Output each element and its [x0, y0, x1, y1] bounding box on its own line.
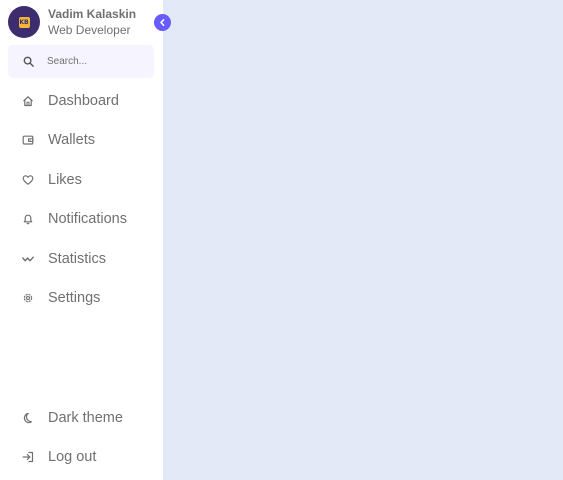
avatar-logo: KB: [18, 16, 30, 28]
moon-icon: [22, 412, 34, 424]
bell-icon: [22, 213, 34, 225]
sidebar-item-dashboard[interactable]: Dashboard: [8, 85, 154, 117]
heart-icon: [22, 174, 34, 186]
logout-label: Log out: [48, 449, 97, 465]
sidebar-item-settings[interactable]: Settings: [8, 282, 154, 314]
profile-name: Vadim Kalaskin: [48, 7, 137, 21]
search-icon: [22, 56, 34, 68]
sidebar-item-wallets[interactable]: Wallets: [8, 124, 154, 156]
app-window: KB Vadim Kalaskin Web Developer Dashboar…: [0, 0, 563, 480]
sidebar-toggle-button[interactable]: [154, 14, 171, 31]
search-box[interactable]: [8, 45, 154, 78]
sidebar: KB Vadim Kalaskin Web Developer Dashboar…: [0, 0, 163, 480]
sidebar-item-label: Settings: [48, 290, 101, 306]
sidebar-item-statistics[interactable]: Statistics: [8, 243, 154, 275]
profile-text: Vadim Kalaskin Web Developer: [48, 6, 136, 38]
trend-icon: [22, 253, 34, 265]
sidebar-item-likes[interactable]: Likes: [8, 164, 154, 196]
logout-icon: [22, 451, 34, 463]
sidebar-item-label: Dashboard: [48, 93, 119, 109]
profile-role: Web Developer: [48, 23, 131, 37]
gear-icon: [22, 292, 34, 304]
home-icon: [22, 95, 34, 107]
sidebar-item-label: Likes: [48, 172, 82, 188]
main-content: [163, 0, 563, 480]
chevron-left-icon: [158, 18, 167, 27]
sidebar-item-label: Wallets: [48, 132, 95, 148]
dark-theme-toggle[interactable]: Dark theme: [8, 402, 154, 434]
sidebar-item-label: Notifications: [48, 211, 127, 227]
sidebar-item-label: Statistics: [48, 251, 107, 267]
search-input[interactable]: [47, 56, 147, 67]
wallet-icon: [22, 134, 34, 146]
avatar: KB: [8, 6, 40, 38]
dark-theme-label: Dark theme: [48, 410, 123, 426]
profile: KB Vadim Kalaskin Web Developer: [8, 6, 136, 38]
logout-button[interactable]: Log out: [8, 441, 154, 473]
sidebar-item-notifications[interactable]: Notifications: [8, 203, 154, 235]
